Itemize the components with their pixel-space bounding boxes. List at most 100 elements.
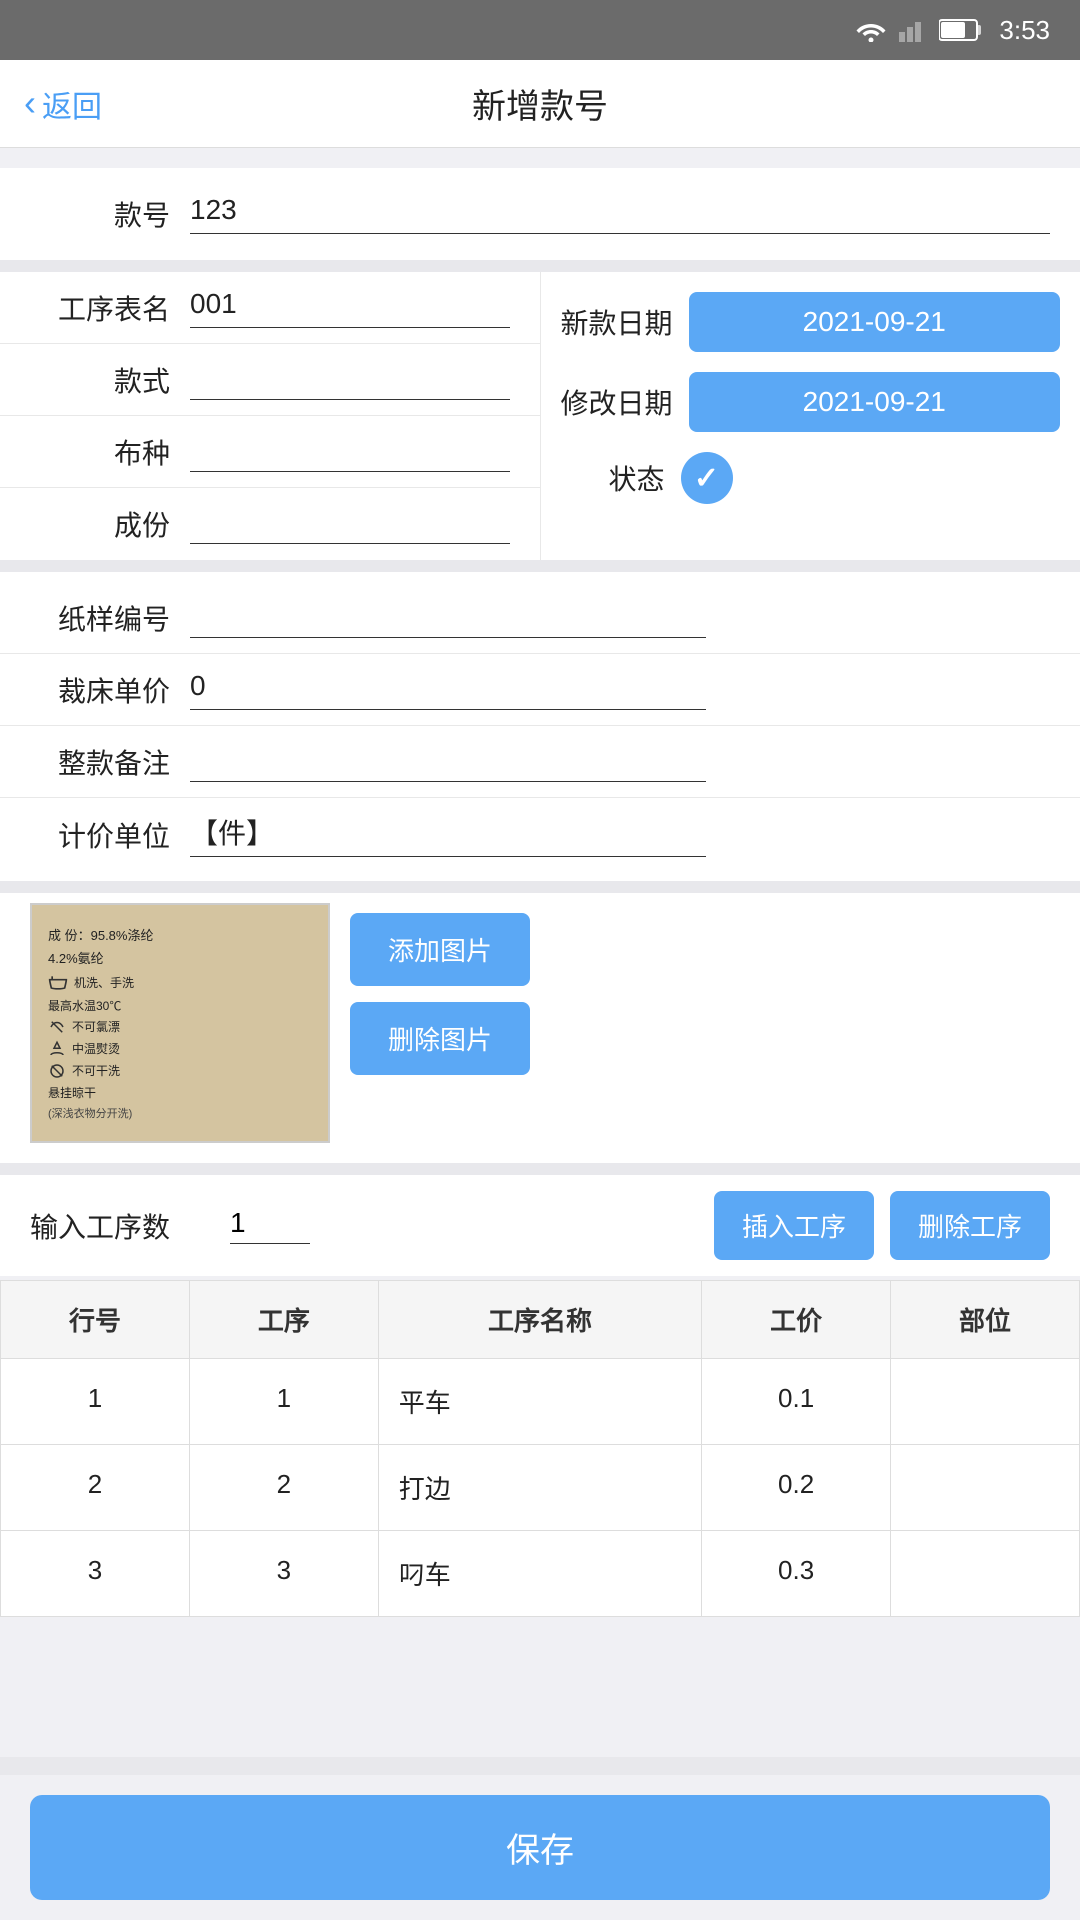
kuanshi-label: 款式: [30, 360, 190, 400]
beizhu-row: 整款备注: [0, 726, 1080, 798]
care-line1: 成 份：95.8%涤纶: [48, 926, 153, 946]
col-process: 工序: [189, 1281, 378, 1359]
cell-processname: 平车: [378, 1359, 701, 1445]
buzhong-value[interactable]: [190, 432, 510, 472]
table-header-row: 行号 工序 工序名称 工价 部位: [1, 1281, 1080, 1359]
zhuangtai-row: 状态: [541, 442, 1080, 514]
zhiyang-row: 纸样编号: [0, 582, 1080, 654]
caichuang-value[interactable]: 0: [190, 670, 706, 710]
delete-image-button[interactable]: 删除图片: [350, 1002, 530, 1075]
back-arrow-icon: ‹: [24, 82, 36, 124]
buzhong-label: 布种: [30, 432, 190, 472]
process-table: 行号 工序 工序名称 工价 部位 1 1 平车 0.1 2 2 打边 0.2 3…: [0, 1280, 1080, 1617]
left-col: 工序表名 001 款式 布种 成份: [0, 272, 541, 560]
beizhu-label: 整款备注: [30, 742, 190, 782]
buzhong-row: 布种: [0, 416, 540, 488]
insert-process-button[interactable]: 插入工序: [714, 1191, 874, 1260]
top-nav: ‹ 返回 新增款号: [0, 60, 1080, 148]
cell-price: 0.1: [702, 1359, 891, 1445]
page-title: 新增款号: [472, 79, 608, 128]
care-line2: 4.2%氨纶: [48, 949, 104, 969]
chengfen-row: 成份: [0, 488, 540, 560]
two-col-section: 工序表名 001 款式 布种 成份 新款日期 2021-09-21 修改日: [0, 272, 1080, 560]
xiugai-date-btn[interactable]: 2021-09-21: [689, 372, 1060, 432]
delete-process-button[interactable]: 删除工序: [890, 1191, 1050, 1260]
wifi-icon: [855, 18, 887, 42]
cell-department: [891, 1531, 1080, 1617]
kuanshi-value[interactable]: [190, 360, 510, 400]
cell-process: 2: [189, 1445, 378, 1531]
form-content: 款号 123 工序表名 001 款式 布种 成份: [0, 148, 1080, 1757]
cell-lineno: 2: [1, 1445, 190, 1531]
caichuang-row: 裁床单价 0: [0, 654, 1080, 726]
process-action-buttons: 插入工序 删除工序: [714, 1191, 1050, 1260]
process-table-section: 行号 工序 工序名称 工价 部位 1 1 平车 0.1 2 2 打边 0.2 3…: [0, 1280, 1080, 1617]
back-button[interactable]: ‹ 返回: [24, 82, 102, 126]
kuanhao-label: 款号: [30, 194, 190, 234]
xiugai-label: 修改日期: [561, 382, 689, 422]
care-line5: 不可氯漂: [72, 1018, 120, 1035]
cell-process: 3: [189, 1531, 378, 1617]
save-button[interactable]: 保存: [30, 1795, 1050, 1900]
table-row[interactable]: 2 2 打边 0.2: [1, 1445, 1080, 1531]
cell-processname: 打边: [378, 1445, 701, 1531]
cell-processname: 叼车: [378, 1531, 701, 1617]
care-line9: (深浅衣物分开洗): [48, 1105, 132, 1121]
xinkuan-label: 新款日期: [561, 302, 689, 342]
col-lineno: 行号: [1, 1281, 190, 1359]
jiaji-row: 计价单位 【件】: [0, 798, 1080, 871]
cell-price: 0.3: [702, 1531, 891, 1617]
care-line3: 机洗、手洗: [74, 974, 134, 992]
chengfen-label: 成份: [30, 504, 190, 544]
status-bar: 3:53: [0, 0, 1080, 60]
gongxushu-label: 输入工序数: [30, 1206, 210, 1246]
care-line4: 最高水温30℃: [48, 997, 121, 1014]
gongxu-row: 工序表名 001: [0, 272, 540, 344]
cell-lineno: 1: [1, 1359, 190, 1445]
right-col: 新款日期 2021-09-21 修改日期 2021-09-21 状态: [541, 272, 1080, 560]
care-line6: 中温熨烫: [72, 1040, 120, 1057]
col-processname: 工序名称: [378, 1281, 701, 1359]
kuanshi-row: 款式: [0, 344, 540, 416]
col-department: 部位: [891, 1281, 1080, 1359]
status-check-icon[interactable]: [681, 452, 733, 504]
image-buttons: 添加图片 删除图片: [350, 903, 1050, 1075]
xinkuan-row: 新款日期 2021-09-21: [541, 282, 1080, 362]
jiaji-value[interactable]: 【件】: [190, 812, 706, 857]
process-table-body: 1 1 平车 0.1 2 2 打边 0.2 3 3 叼车 0.3: [1, 1359, 1080, 1617]
zhiyang-label: 纸样编号: [30, 598, 190, 638]
signal-icon: [899, 18, 927, 42]
beizhu-value[interactable]: [190, 742, 706, 782]
cell-department: [891, 1359, 1080, 1445]
zhuangtai-label: 状态: [561, 458, 681, 498]
gongxu-label: 工序表名: [30, 288, 190, 328]
cell-lineno: 3: [1, 1531, 190, 1617]
battery-icon: [939, 18, 983, 42]
table-row[interactable]: 1 1 平车 0.1: [1, 1359, 1080, 1445]
table-row[interactable]: 3 3 叼车 0.3: [1, 1531, 1080, 1617]
gongxu-value[interactable]: 001: [190, 288, 510, 328]
add-image-button[interactable]: 添加图片: [350, 913, 530, 986]
kuanhao-section: 款号 123: [0, 168, 1080, 260]
image-section: 成 份：95.8%涤纶 4.2%氨纶 机洗、手洗 最高水温30℃ 不可氯漂 中温…: [0, 893, 1080, 1163]
caichuang-label: 裁床单价: [30, 670, 190, 710]
cell-department: [891, 1445, 1080, 1531]
cell-process: 1: [189, 1359, 378, 1445]
save-section: 保存: [0, 1775, 1080, 1920]
xiugai-row: 修改日期 2021-09-21: [541, 362, 1080, 442]
kuanhao-value[interactable]: 123: [190, 194, 1050, 234]
care-line8: 悬挂晾干: [48, 1084, 96, 1101]
care-line7: 不可干洗: [72, 1062, 120, 1079]
cell-price: 0.2: [702, 1445, 891, 1531]
zhiyang-value[interactable]: [190, 598, 706, 638]
gongxushu-input[interactable]: [230, 1207, 310, 1244]
col-price: 工价: [702, 1281, 891, 1359]
kuanhao-row: 款号 123: [0, 178, 1080, 250]
chengfen-value[interactable]: [190, 504, 510, 544]
back-label: 返回: [42, 82, 102, 126]
process-input-section: 输入工序数 插入工序 删除工序: [0, 1175, 1080, 1276]
jiaji-label: 计价单位: [30, 815, 190, 855]
image-preview: 成 份：95.8%涤纶 4.2%氨纶 机洗、手洗 最高水温30℃ 不可氯漂 中温…: [30, 903, 330, 1143]
xinkuan-date-btn[interactable]: 2021-09-21: [689, 292, 1060, 352]
extra-fields-section: 纸样编号 裁床单价 0 整款备注 计价单位 【件】: [0, 572, 1080, 881]
